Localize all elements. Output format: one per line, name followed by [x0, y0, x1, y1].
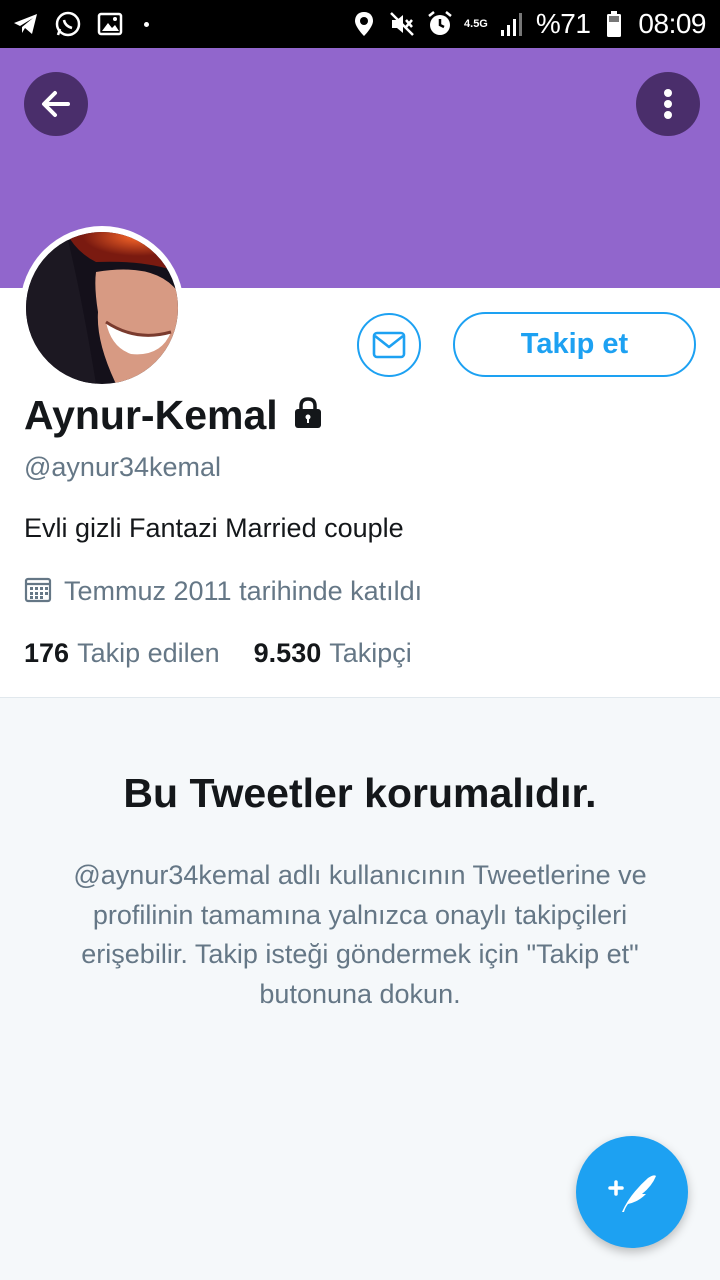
status-bar-notifications [12, 8, 149, 40]
more-notifications-dot [144, 21, 149, 27]
compose-tweet-button[interactable] [576, 1136, 688, 1248]
message-button[interactable] [357, 313, 421, 377]
status-bar-system: 4.5G %71 08:09 [350, 8, 706, 40]
more-vertical-icon [664, 89, 672, 119]
profile-stats: 176 Takip edilen 9.530 Takipçi [24, 638, 412, 669]
whatsapp-icon [54, 10, 82, 38]
gallery-icon [96, 10, 124, 38]
profile-handle: @aynur34kemal [24, 452, 222, 482]
more-options-button[interactable] [636, 72, 700, 136]
alarm-icon [426, 10, 454, 38]
arrow-left-icon [42, 91, 70, 117]
lock-icon [292, 396, 324, 435]
protected-description: @aynur34kemal adlı kullanıcının Tweetler… [73, 860, 647, 1009]
following-label: Takip edilen [77, 638, 220, 668]
compose-tweet-icon [608, 1175, 656, 1212]
signal-icon [498, 10, 526, 38]
network-type: 4.5G [464, 17, 488, 30]
back-button[interactable] [24, 72, 88, 136]
profile-bio: Evli gizli Fantazi Married couple [24, 513, 404, 543]
location-icon [350, 10, 378, 38]
calendar-icon [24, 575, 52, 608]
telegram-icon [12, 10, 40, 38]
profile-name: Aynur-Kemal [24, 392, 278, 438]
battery-percent: %71 [535, 8, 591, 39]
follow-button[interactable]: Takip et [453, 312, 696, 377]
protected-title: Bu Tweetler korumalıdır. [123, 770, 597, 816]
mute-icon [388, 10, 416, 38]
profile-name-row: Aynur-Kemal [24, 392, 324, 439]
avatar[interactable] [20, 226, 184, 390]
following-count: 176 [24, 638, 70, 668]
followers-count: 9.530 [253, 638, 322, 668]
battery-icon [600, 10, 628, 38]
status-bar: 4.5G %71 08:09 [0, 0, 720, 48]
following-link[interactable]: 176 Takip edilen [24, 638, 220, 669]
envelope-icon [372, 331, 406, 359]
clock: 08:09 [638, 8, 706, 39]
joined-date-row: Temmuz 2011 tarihinde katıldı [24, 575, 422, 608]
avatar-image [26, 232, 178, 384]
followers-link[interactable]: 9.530 Takipçi [254, 638, 412, 669]
followers-label: Takipçi [329, 638, 412, 668]
joined-date: Temmuz 2011 tarihinde katıldı [64, 576, 423, 606]
